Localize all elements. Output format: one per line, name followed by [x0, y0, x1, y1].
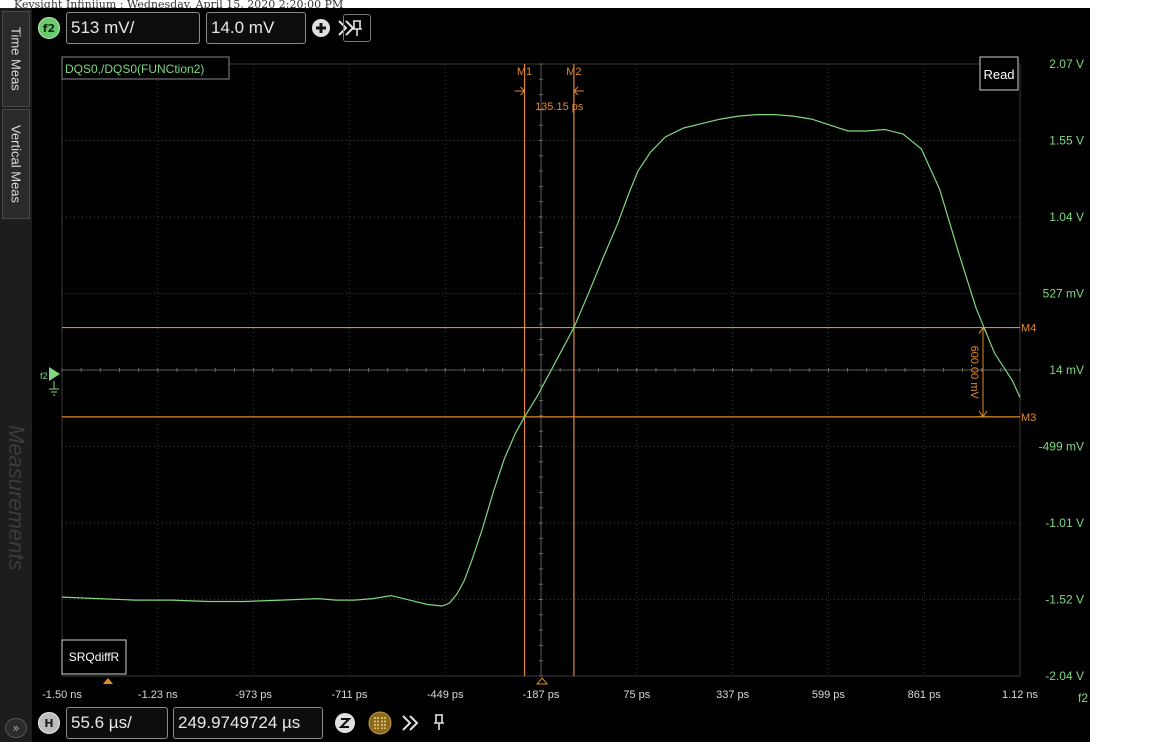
x-tick-label: 75 ps	[623, 689, 650, 701]
marker-m4-label: M4	[1021, 323, 1036, 335]
x-tick-label: -1.50 ns	[42, 689, 82, 701]
waveform-display[interactable]: -1.50 ns -1.23 ns -973 ps -711 ps -449 ps -18…	[32, 48, 1090, 705]
vertical-scale-field[interactable]: 513 mV/	[66, 12, 200, 44]
x-tick-label: -711 ps	[331, 689, 367, 701]
bus-label: SRQdiffR	[69, 650, 120, 664]
x-tick-label: -449 ps	[427, 689, 464, 701]
pin-icon[interactable]	[428, 710, 450, 734]
measurements-watermark-text: Measurements	[4, 425, 29, 571]
scope-app: Time Meas Vertical Meas Measurements » f…	[0, 8, 1090, 742]
channel-marker-label: f2	[40, 371, 48, 381]
y-tick-label: -2.04 V	[1045, 669, 1084, 683]
expand-panel-button[interactable]: »	[5, 718, 27, 738]
zoom-icon[interactable]	[334, 712, 356, 734]
y-tick-label: 1.04 V	[1049, 210, 1084, 224]
tab-vertical-meas-label: Vertical Meas	[8, 124, 24, 204]
x-tick-label: 337 ps	[716, 689, 750, 701]
y-tick-label: 1.55 V	[1049, 134, 1084, 148]
measurements-watermark: Measurements	[2, 403, 30, 593]
channel-f2-button[interactable]: f2	[38, 17, 60, 39]
right-edge-label: f2	[1078, 691, 1088, 704]
horizontal-position-field[interactable]: 249.9749724 µs	[173, 707, 323, 739]
timebase-field[interactable]: 55.6 µs/	[66, 707, 168, 739]
vertical-offset-field[interactable]: 14.0 mV	[206, 12, 306, 44]
x-tick-label: 599 ps	[812, 689, 846, 701]
channel-f2-badge-label: f2	[42, 21, 56, 35]
tab-time-meas-label: Time Meas	[8, 27, 24, 91]
y-tick-label: -1.01 V	[1045, 516, 1084, 530]
waveform-label: DQS0,/DQS0(FUNCtion2)	[65, 62, 204, 76]
delta-time-label: 135.15 ps	[535, 101, 584, 113]
pin-icon[interactable]	[343, 14, 371, 42]
read-button-label: Read	[983, 67, 1014, 82]
double-chevron-icon[interactable]	[400, 713, 420, 733]
x-tick-label: -973 ps	[235, 689, 272, 701]
y-tick-label: -499 mV	[1039, 440, 1084, 454]
plus-icon[interactable]	[311, 18, 331, 38]
y-tick-label: 527 mV	[1043, 287, 1084, 301]
tab-vertical-meas[interactable]: Vertical Meas	[2, 109, 30, 219]
horizontal-badge-label: H	[44, 716, 54, 730]
waveform-plot: -1.50 ns -1.23 ns -973 ps -711 ps -449 ps -18…	[32, 48, 1090, 705]
marker-m2-label: M2	[566, 66, 581, 78]
marker-m3-label: M3	[1021, 412, 1036, 424]
side-panel: Time Meas Vertical Meas Measurements »	[0, 8, 33, 742]
horizontal-button[interactable]: H	[38, 712, 60, 734]
double-chevron-icon: »	[12, 721, 20, 735]
y-tick-label: 2.07 V	[1049, 57, 1084, 71]
marker-m1-label: M1	[517, 66, 532, 78]
x-tick-label: -187 ps	[523, 689, 560, 701]
delta-volts-label: 600.00 mV	[968, 346, 980, 400]
vertical-toolbar: f2 513 mV/ 14.0 mV	[32, 8, 1090, 48]
x-tick-label: 1.12 ns	[1002, 689, 1039, 701]
y-tick-label: -1.52 V	[1045, 593, 1084, 607]
horizontal-toolbar: H 55.6 µs/ 249.9749724 µs	[32, 704, 1090, 742]
x-tick-label: 861 ps	[908, 689, 942, 701]
y-tick-label: 14 mV	[1049, 363, 1084, 377]
acquisition-icon[interactable]	[368, 711, 392, 735]
x-tick-label: -1.23 ns	[138, 689, 178, 701]
tab-time-meas[interactable]: Time Meas	[2, 11, 30, 107]
